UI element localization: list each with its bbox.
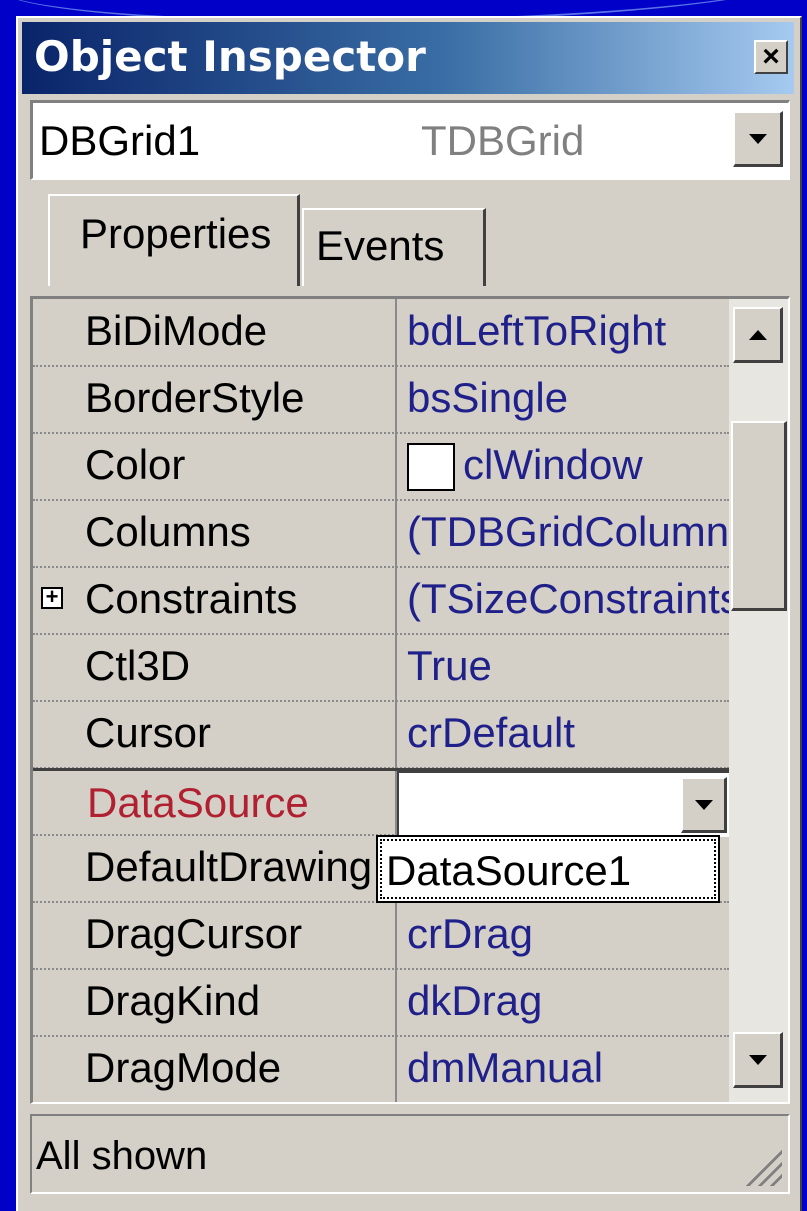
property-name-cell: Color [33,433,395,499]
property-name-cell: Cursor [33,701,395,767]
close-button[interactable]: × [754,40,788,74]
property-name-cell: DragCursor [33,902,395,968]
tab-properties[interactable]: Properties [48,194,300,286]
property-name: DragMode [85,1044,282,1091]
datasource-dropdown-list: DataSource1 [376,835,720,903]
property-name-cell: Ctl3D [33,634,395,700]
datasource-dropdown-button[interactable] [681,777,727,833]
datasource-edit-field[interactable] [397,771,729,837]
property-grid: BiDiMode bdLeftToRight BorderStyle bsSin… [30,296,790,1104]
property-name-cell: BiDiMode [33,299,395,365]
chevron-down-icon [748,133,767,144]
property-value-cell[interactable]: crDefault [397,701,729,767]
color-swatch [407,443,455,491]
property-value-cell[interactable]: dkDrag [397,969,729,1035]
property-row-dragmode[interactable]: DragMode dmManual [33,1036,729,1104]
object-type: TDBGrid [421,117,585,164]
object-selector-dropdown-button[interactable] [733,111,783,167]
property-value-cell[interactable]: bsSingle [397,366,729,432]
property-name-cell: DragMode [33,1036,395,1102]
status-bar: All shown [30,1114,790,1194]
property-row-borderstyle[interactable]: BorderStyle bsSingle [33,366,729,434]
arrow-up-icon [748,329,767,340]
scroll-down-button[interactable] [733,1032,783,1088]
property-value: True [407,642,492,689]
property-name-cell: + Constraints [33,567,395,633]
property-name-cell: BorderStyle [33,366,395,432]
property-value-cell[interactable]: clWindow [397,433,729,499]
property-value: clWindow [463,441,643,488]
property-value: crDrag [407,910,534,957]
property-name: BiDiMode [85,307,268,354]
property-value: crDefault [407,709,576,756]
property-value-cell[interactable]: bdLeftToRight [397,299,729,365]
property-row-color[interactable]: Color clWindow [33,433,729,501]
window-title: Object Inspector [34,32,426,81]
property-value: (TSizeConstraints) [407,575,729,622]
status-text: All shown [36,1134,208,1178]
property-name: DragCursor [85,910,303,957]
property-value-cell[interactable]: True [397,634,729,700]
close-icon: × [762,40,780,73]
property-name-cell: Columns [33,500,395,566]
property-name: BorderStyle [85,374,305,421]
property-value-cell[interactable]: (TSizeConstraints) [397,567,729,633]
scroll-up-button[interactable] [733,307,783,363]
property-value: dmManual [407,1044,604,1091]
object-name: DBGrid1 [39,117,201,164]
title-bar[interactable]: Object Inspector × [22,22,794,94]
property-row-dragcursor[interactable]: DragCursor crDrag [33,902,729,970]
property-name: Columns [85,508,251,555]
property-row-datasource[interactable]: DataSource [33,768,729,837]
property-row-ctl3d[interactable]: Ctl3D True [33,634,729,702]
plus-icon[interactable]: + [41,586,63,609]
property-name: DataSource [87,779,309,826]
chevron-down-icon [694,799,713,810]
property-row-dragkind[interactable]: DragKind dkDrag [33,969,729,1037]
scroll-thumb[interactable] [731,421,787,611]
property-name: Cursor [85,709,212,756]
property-value: bdLeftToRight [407,307,667,354]
property-row-constraints[interactable]: + Constraints (TSizeConstraints) [33,567,729,635]
dropdown-option[interactable]: DataSource1 [380,839,716,899]
resize-grip-icon[interactable] [742,1146,782,1186]
property-name: DragKind [85,977,261,1024]
property-value-cell[interactable]: (TDBGridColumns) [397,500,729,566]
property-name: Ctl3D [85,642,191,689]
property-row-cursor[interactable]: Cursor crDefault [33,701,729,769]
property-value: (TDBGridColumns) [407,508,729,555]
property-name-cell: DefaultDrawing [33,835,395,901]
arrow-down-icon [748,1054,767,1065]
property-value: bsSingle [407,374,569,421]
vertical-scrollbar[interactable] [729,299,788,1102]
property-name: DefaultDrawing [85,843,373,890]
property-name-cell: DataSource [33,771,395,837]
tab-events[interactable]: Events [302,208,486,286]
object-selector[interactable]: DBGrid1 TDBGrid [30,100,790,180]
property-row-columns[interactable]: Columns (TDBGridColumns) [33,500,729,568]
property-name: Color [85,441,186,488]
object-inspector-window: Object Inspector × DBGrid1 TDBGrid Prope… [16,16,802,1211]
property-name: Constraints [85,575,298,622]
property-value-cell[interactable]: crDrag [397,902,729,968]
property-row-bidimode[interactable]: BiDiMode bdLeftToRight [33,299,729,367]
tab-strip: Properties Events [30,194,790,286]
property-value-cell[interactable]: dmManual [397,1036,729,1102]
property-name-cell: DragKind [33,969,395,1035]
property-value: dkDrag [407,977,543,1024]
